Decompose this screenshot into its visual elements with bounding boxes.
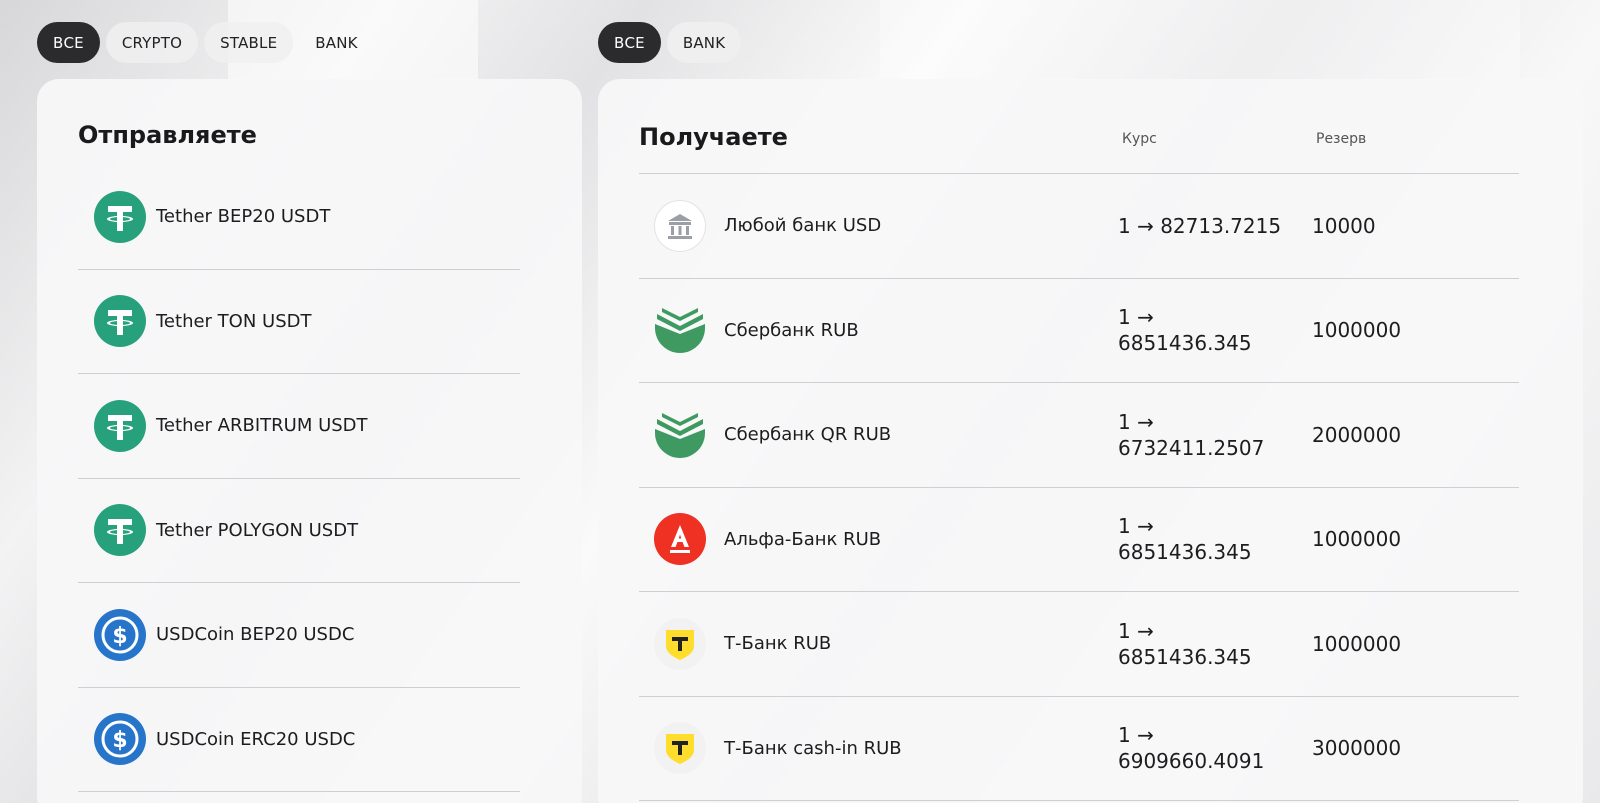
- recv-filter-all[interactable]: ВСЕ: [598, 22, 661, 63]
- receive-currency-list: Любой банк USD 1 → 82713.7215 10000 Сбер…: [639, 173, 1519, 801]
- send-filter-bar: ВСЕ CRYPTO STABLE BANK: [37, 22, 374, 63]
- recv-item-label: Альфа-Банк RUB: [724, 528, 882, 550]
- sberbank-icon: [654, 304, 706, 356]
- recv-item-alfa-bank-rub[interactable]: Альфа-Банк RUB 1 → 6851436.345 1000000: [639, 488, 1519, 592]
- exchange-rate: 1 → 6909660.4091: [1118, 723, 1265, 774]
- send-panel-title: Отправляете: [78, 121, 257, 149]
- recv-item-sberbank-rub[interactable]: Сбербанк RUB 1 → 6851436.345 1000000: [639, 279, 1519, 383]
- usdc-icon: $: [94, 608, 146, 661]
- send-item-tether-bep20[interactable]: Tether BEP20 USDT: [78, 165, 520, 270]
- reserve-amount: 3000000: [1312, 736, 1402, 761]
- send-item-label: USDCoin BEP20 USDC: [156, 624, 355, 646]
- recv-item-label: Любой банк USD: [724, 215, 882, 237]
- reserve-amount: 1000000: [1312, 318, 1402, 343]
- send-item-label: Tether ARBITRUM USDT: [156, 415, 368, 437]
- send-item-usdc-erc20[interactable]: $ USDCoin ERC20 USDC: [78, 688, 520, 792]
- receive-panel-title: Получаете: [639, 123, 788, 151]
- svg-text:$: $: [112, 624, 127, 649]
- recv-item-label: Т-Банк RUB: [724, 633, 832, 655]
- usdc-icon: $: [94, 713, 146, 766]
- svg-text:$: $: [112, 728, 127, 753]
- send-currency-list: Tether BEP20 USDT Tether TON USDT Tether…: [78, 165, 520, 792]
- exchange-rate: 1 → 82713.7215: [1118, 213, 1282, 238]
- recv-item-t-bank-rub[interactable]: Т-Банк RUB 1 → 6851436.345 1000000: [639, 592, 1519, 697]
- background-shape: [880, 0, 1520, 80]
- sberbank-icon: [654, 409, 706, 461]
- rate-column-header: Курс: [1122, 131, 1157, 147]
- exchange-rate: 1 → 6851436.345: [1118, 305, 1252, 356]
- reserve-amount: 1000000: [1312, 527, 1402, 552]
- recv-item-sberbank-qr-rub[interactable]: Сбербанк QR RUB 1 → 6732411.2507 2000000: [639, 383, 1519, 488]
- t-bank-icon: [654, 617, 706, 670]
- send-item-label: Tether POLYGON USDT: [156, 519, 359, 541]
- receive-panel: Получаете Курс Резерв Любой банк USD 1 →…: [598, 79, 1583, 803]
- recv-item-any-bank-usd[interactable]: Любой банк USD 1 → 82713.7215 10000: [639, 174, 1519, 279]
- tether-icon: [94, 504, 146, 557]
- send-item-tether-polygon[interactable]: Tether POLYGON USDT: [78, 479, 520, 583]
- tether-icon: [94, 190, 146, 243]
- send-item-label: Tether BEP20 USDT: [156, 206, 331, 228]
- alfa-bank-icon: [654, 513, 706, 566]
- send-filter-crypto[interactable]: CRYPTO: [105, 22, 199, 63]
- send-filter-all[interactable]: ВСЕ: [37, 22, 100, 63]
- bank-building-icon: [654, 199, 706, 252]
- send-item-label: Tether TON USDT: [156, 310, 312, 332]
- recv-item-label: Сбербанк QR RUB: [724, 424, 892, 446]
- reserve-amount: 1000000: [1312, 631, 1402, 656]
- reserve-column-header: Резерв: [1316, 131, 1367, 147]
- recv-item-label: Сбербанк RUB: [724, 319, 859, 341]
- send-panel: Отправляете Tether BEP20 USDT Tether TON…: [37, 79, 582, 803]
- reserve-amount: 2000000: [1312, 422, 1402, 447]
- exchange-rate: 1 → 6732411.2507: [1118, 409, 1265, 460]
- send-filter-stable[interactable]: STABLE: [204, 22, 294, 63]
- tether-icon: [94, 295, 146, 348]
- tether-icon: [94, 399, 146, 452]
- recv-item-t-bank-cash-in-rub[interactable]: Т-Банк cash-in RUB 1 → 6909660.4091 3000…: [639, 697, 1519, 801]
- send-item-label: USDCoin ERC20 USDC: [156, 728, 356, 750]
- recv-item-label: Т-Банк cash-in RUB: [724, 737, 902, 759]
- exchange-rate: 1 → 6851436.345: [1118, 514, 1252, 565]
- send-item-tether-arbitrum[interactable]: Tether ARBITRUM USDT: [78, 374, 520, 479]
- send-filter-bank[interactable]: BANK: [299, 22, 373, 63]
- recv-filter-bank[interactable]: BANK: [666, 22, 742, 63]
- t-bank-icon: [654, 722, 706, 775]
- send-item-tether-ton[interactable]: Tether TON USDT: [78, 270, 520, 374]
- exchange-rate: 1 → 6851436.345: [1118, 618, 1252, 669]
- send-item-usdc-bep20[interactable]: $ USDCoin BEP20 USDC: [78, 583, 520, 688]
- reserve-amount: 10000: [1312, 213, 1376, 238]
- recv-filter-bar: ВСЕ BANK: [598, 22, 742, 63]
